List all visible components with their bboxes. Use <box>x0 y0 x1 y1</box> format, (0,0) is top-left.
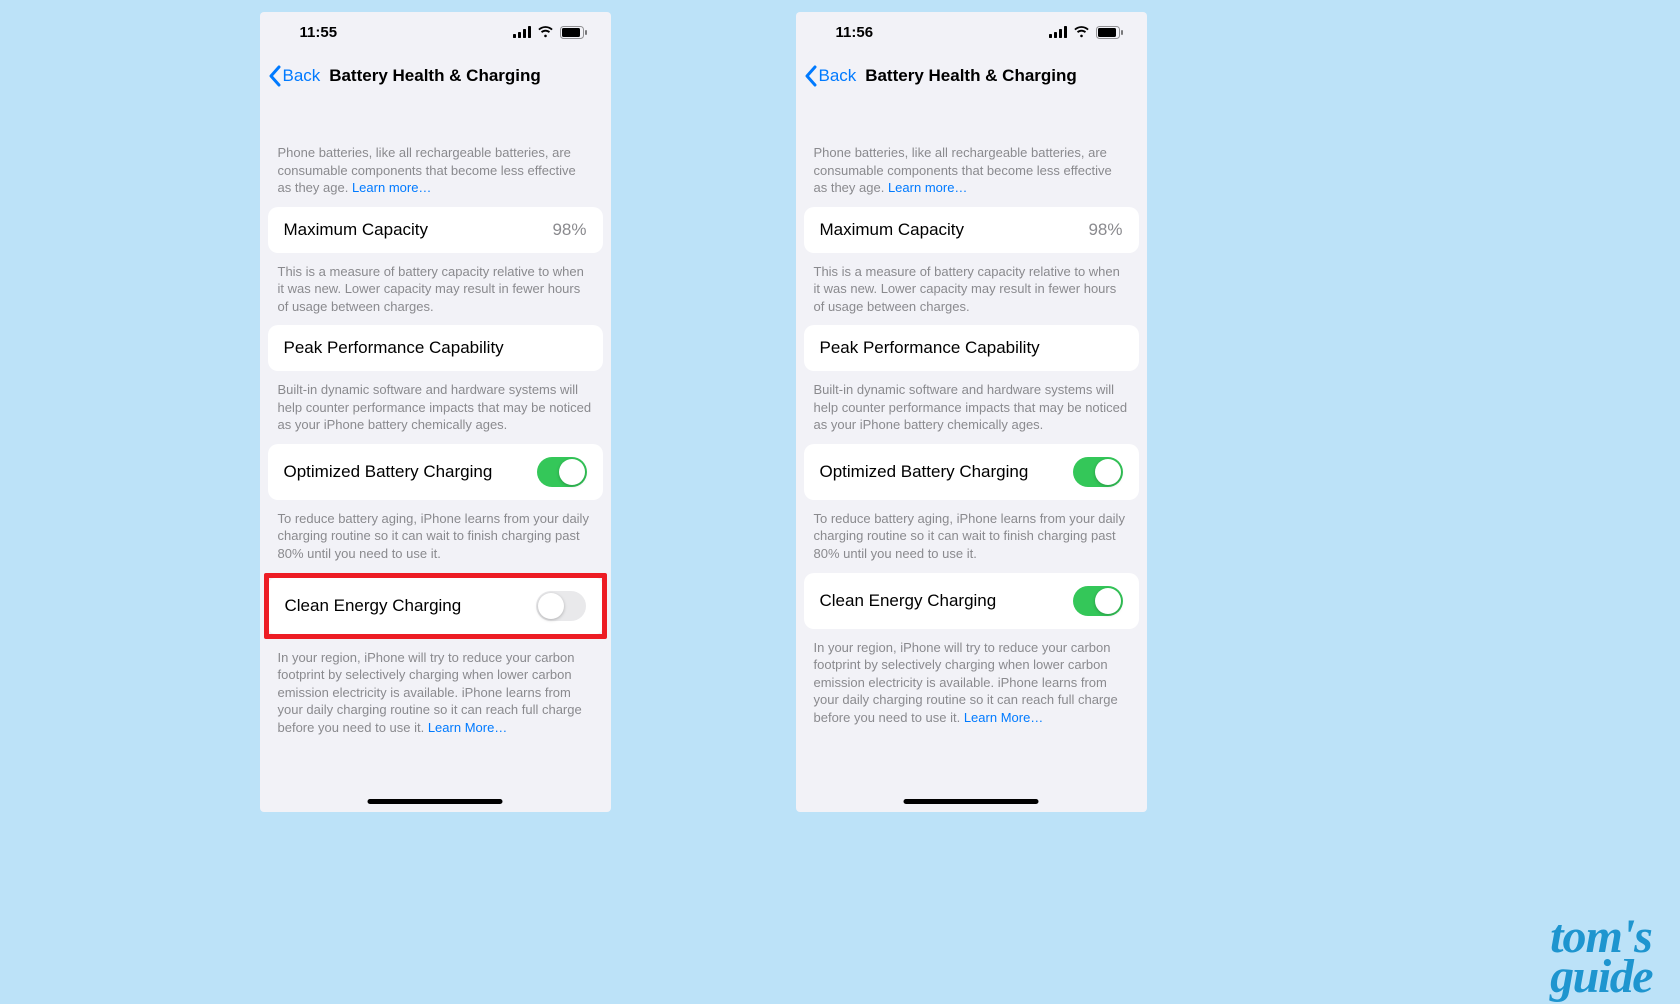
back-label: Back <box>283 66 321 86</box>
wifi-icon <box>537 26 554 38</box>
page-title: Battery Health & Charging <box>865 66 1077 86</box>
clean-energy-desc: In your region, iPhone will try to reduc… <box>268 639 603 747</box>
optimized-charging-row[interactable]: Optimized Battery Charging <box>804 444 1139 500</box>
peak-performance-label: Peak Performance Capability <box>820 338 1040 358</box>
status-time: 11:56 <box>836 24 874 41</box>
max-capacity-value: 98% <box>552 220 586 240</box>
max-capacity-row[interactable]: Maximum Capacity 98% <box>268 207 603 253</box>
status-time: 11:55 <box>300 24 338 41</box>
chevron-left-icon <box>268 65 281 87</box>
clean-energy-toggle[interactable] <box>536 591 586 621</box>
status-bar: 11:56 <box>796 12 1147 52</box>
max-capacity-label: Maximum Capacity <box>284 220 429 240</box>
page-title: Battery Health & Charging <box>329 66 541 86</box>
battery-icon <box>1096 26 1123 39</box>
optimized-charging-label: Optimized Battery Charging <box>284 462 493 482</box>
status-bar: 11:55 <box>260 12 611 52</box>
optimized-charging-label: Optimized Battery Charging <box>820 462 1029 482</box>
wifi-icon <box>1073 26 1090 38</box>
peak-performance-desc: Built-in dynamic software and hardware s… <box>268 371 603 444</box>
home-indicator[interactable] <box>368 799 503 804</box>
nav-bar: Back Battery Health & Charging <box>260 52 611 100</box>
clean-energy-row[interactable]: Clean Energy Charging <box>804 573 1139 629</box>
max-capacity-desc: This is a measure of battery capacity re… <box>804 253 1139 326</box>
phone-screenshot: 11:55 Back Battery Health & Charging Pho… <box>260 12 611 812</box>
max-capacity-value: 98% <box>1088 220 1122 240</box>
back-label: Back <box>819 66 857 86</box>
intro-text: Phone batteries, like all rechargeable b… <box>268 100 603 207</box>
learn-more-link[interactable]: Learn more… <box>352 180 431 195</box>
peak-performance-row[interactable]: Peak Performance Capability <box>804 325 1139 371</box>
max-capacity-desc: This is a measure of battery capacity re… <box>268 253 603 326</box>
max-capacity-label: Maximum Capacity <box>820 220 965 240</box>
peak-performance-row[interactable]: Peak Performance Capability <box>268 325 603 371</box>
back-button[interactable]: Back <box>804 65 857 87</box>
home-indicator[interactable] <box>904 799 1039 804</box>
learn-more-link[interactable]: Learn more… <box>888 180 967 195</box>
max-capacity-row[interactable]: Maximum Capacity 98% <box>804 207 1139 253</box>
back-button[interactable]: Back <box>268 65 321 87</box>
optimized-charging-row[interactable]: Optimized Battery Charging <box>268 444 603 500</box>
optimized-charging-desc: To reduce battery aging, iPhone learns f… <box>804 500 1139 573</box>
optimized-charging-toggle[interactable] <box>1073 457 1123 487</box>
learn-more-link-2[interactable]: Learn More… <box>428 720 507 735</box>
nav-bar: Back Battery Health & Charging <box>796 52 1147 100</box>
clean-energy-desc: In your region, iPhone will try to reduc… <box>804 629 1139 737</box>
chevron-left-icon <box>804 65 817 87</box>
clean-energy-toggle[interactable] <box>1073 586 1123 616</box>
signal-icon <box>1049 26 1067 38</box>
signal-icon <box>513 26 531 38</box>
clean-energy-label: Clean Energy Charging <box>820 591 997 611</box>
clean-energy-label: Clean Energy Charging <box>285 596 462 616</box>
battery-icon <box>560 26 587 39</box>
peak-performance-desc: Built-in dynamic software and hardware s… <box>804 371 1139 444</box>
peak-performance-label: Peak Performance Capability <box>284 338 504 358</box>
phone-screenshot: 11:56 Back Battery Health & Charging Pho… <box>796 12 1147 812</box>
learn-more-link-2[interactable]: Learn More… <box>964 710 1043 725</box>
optimized-charging-toggle[interactable] <box>537 457 587 487</box>
watermark-logo: tom's guide <box>1550 917 1652 996</box>
optimized-charging-desc: To reduce battery aging, iPhone learns f… <box>268 500 603 573</box>
highlight-box: Clean Energy Charging <box>264 573 607 639</box>
clean-energy-row[interactable]: Clean Energy Charging <box>269 578 602 634</box>
intro-text: Phone batteries, like all rechargeable b… <box>804 100 1139 207</box>
